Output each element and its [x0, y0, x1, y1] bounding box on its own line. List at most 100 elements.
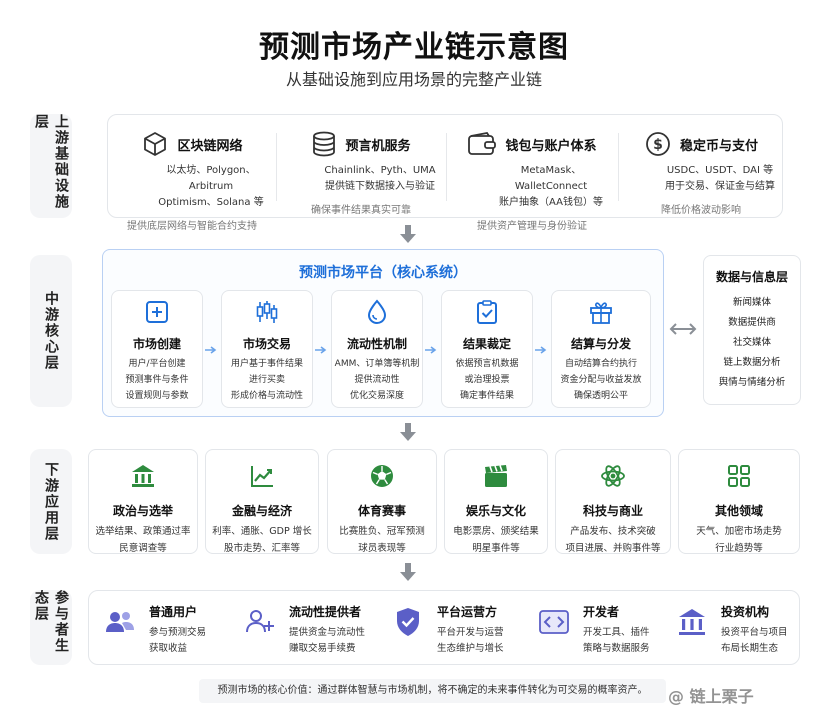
step-desc: 提供流动性	[354, 375, 400, 385]
info-item: 舆情与情绪分析	[718, 377, 786, 388]
core-platform: 预测市场平台（核心系统） 市场创建 用户/平台创建 预测事件与条件 设置规则与参…	[102, 249, 664, 417]
clapperboard-icon	[485, 465, 507, 487]
info-layer-panel: 数据与信息层 新闻媒体 数据提供商 社交媒体 链上数据分析 舆情与情绪分析	[703, 255, 801, 405]
arrow-right-icon	[425, 346, 437, 354]
upstream-name: 钱包与账户体系	[505, 138, 597, 154]
app-name: 政治与选举	[112, 504, 173, 518]
step-desc: 进行买卖	[248, 375, 285, 385]
participant-name: 投资机构	[721, 605, 770, 619]
upstream-name: 稳定币与支付	[679, 138, 758, 154]
footer-note: 预测市场的核心价值：通过群体智慧与市场机制，将不确定的未来事件转化为可交易的概率…	[199, 679, 666, 703]
info-item: 新闻媒体	[732, 297, 771, 308]
app-desc: 利率、通胀、GDP 增长	[212, 526, 312, 537]
participants-panel: 普通用户 参与预测交易 获取收益 流动性提供者 提供资金与流动性 赚取交易手续费 平…	[88, 590, 800, 665]
plus-square-icon	[146, 301, 168, 323]
app-name: 金融与经济	[231, 504, 292, 518]
upstream-desc: 用于交易、保证金与结算	[665, 181, 775, 192]
clipboard-check-icon	[477, 300, 497, 324]
participant-desc: 提供资金与流动性 赚取交易手续费	[289, 627, 366, 654]
bidirectional-arrow-icon	[669, 323, 697, 335]
step-desc: 用户基于事件结果	[230, 359, 303, 369]
participant-operators: 平台运营方 平台开发与运营 生态维护与增长	[377, 591, 523, 664]
upstream-desc: Chainlink、Pyth、UMA	[324, 165, 436, 176]
step-desc: 确定事件结果	[459, 391, 514, 401]
candlestick-icon	[256, 301, 278, 323]
layer-label-downstream: 下游应用层	[30, 449, 72, 554]
step-name: 市场交易	[242, 337, 291, 351]
grid-icon	[728, 465, 750, 487]
upstream-stablecoin: $ 稳定币与支付 USDC、USDT、DAI 等 用于交易、保证金与结算 降低价…	[618, 115, 784, 217]
gift-icon	[590, 302, 612, 324]
upstream-desc: USDC、USDT、DAI 等	[666, 165, 774, 176]
step-desc: 资金分配与收益发放	[560, 375, 642, 385]
participant-name: 流动性提供者	[289, 605, 362, 619]
upstream-blockchain: 区块链网络 以太坊、Polygon、Arbitrum Optimism、Sola…	[108, 115, 276, 232]
watermark: @ 链上栗子	[668, 687, 754, 706]
participant-liquidity-providers: 流动性提供者 提供资金与流动性 赚取交易手续费	[229, 591, 377, 664]
wallet-icon	[468, 132, 497, 155]
code-icon	[539, 610, 569, 634]
app-desc: 电影票房、颁奖结果	[453, 526, 539, 537]
arrow-right-icon	[205, 346, 217, 354]
upstream-desc: 以太坊、Polygon、Arbitrum	[166, 165, 256, 192]
info-title: 数据与信息层	[715, 270, 788, 284]
soccer-ball-icon	[371, 465, 393, 487]
layer-label-midstream: 中游核心层	[30, 255, 72, 407]
atom-icon	[601, 465, 625, 487]
step-desc: 自动结算合约执行	[564, 359, 637, 369]
core-title: 预测市场平台（核心系统）	[299, 265, 467, 281]
app-desc: 天气、加密市场走势	[696, 526, 782, 537]
participant-desc: 平台开发与运营 生态维护与增长	[437, 627, 504, 654]
app-sports: 体育赛事 比赛胜负、冠军预测 球员表现等	[327, 449, 437, 554]
upstream-oracle: 预言机服务 Chainlink、Pyth、UMA 提供链下数据接入与验证 确保事…	[276, 115, 446, 217]
step-desc: 设置规则与参数	[125, 391, 189, 401]
page-title: 预测市场产业链示意图	[259, 30, 569, 65]
svg-text:$: $	[653, 137, 663, 153]
upstream-sub: 降低价格波动影响	[661, 205, 741, 216]
app-finance: 金融与经济 利率、通胀、GDP 增长 股市走势、汇率等	[205, 449, 319, 554]
info-item: 数据提供商	[728, 317, 776, 328]
upstream-wallet: 钱包与账户体系 MetaMask、WalletConnect 账户抽象（AA钱包…	[446, 115, 618, 232]
info-item: 链上数据分析	[723, 357, 781, 368]
droplet-icon	[367, 299, 387, 325]
dollar-icon: $	[646, 132, 670, 156]
participant-desc: 开发工具、插件 策略与数据服务	[583, 627, 650, 654]
step-settlement: 结算与分发 自动结算合约执行 资金分配与收益发放 确保透明公平	[551, 290, 651, 408]
step-name: 结算与分发	[570, 337, 631, 351]
user-plus-icon	[246, 610, 274, 633]
step-name: 流动性机制	[346, 337, 407, 351]
app-desc: 项目进展、并购事件等	[565, 543, 661, 554]
step-desc: AMM、订单簿等机制	[334, 359, 420, 369]
app-desc: 股市走势、汇率等	[223, 543, 300, 554]
layer-label-participants: 参与者生态层	[30, 590, 72, 665]
step-resolution: 结果裁定 依据预言机数据 或治理投票 确定事件结果	[441, 290, 533, 408]
arrow-right-icon	[315, 346, 327, 354]
step-desc: 形成价格与流动性	[230, 391, 303, 401]
step-name: 结果裁定	[462, 337, 511, 351]
upstream-sub: 确保事件结果真实可靠	[311, 205, 411, 216]
participant-users: 普通用户 参与预测交易 获取收益	[89, 591, 229, 664]
participant-name: 平台运营方	[437, 605, 498, 619]
users-icon	[106, 612, 134, 632]
upstream-desc: 提供链下数据接入与验证	[325, 181, 435, 192]
step-desc: 预测事件与条件	[125, 375, 189, 385]
app-desc: 产品发布、技术突破	[570, 526, 656, 537]
participant-name: 普通用户	[149, 605, 198, 619]
database-icon	[313, 131, 336, 157]
step-desc: 依据预言机数据	[455, 359, 519, 369]
step-desc: 或治理投票	[464, 375, 510, 385]
app-desc: 球员表现等	[358, 543, 406, 554]
shield-check-icon	[397, 608, 419, 636]
arrow-right-icon	[535, 346, 547, 354]
upstream-desc: Optimism、Solana 等	[158, 197, 264, 208]
info-item: 社交媒体	[732, 337, 771, 348]
upstream-desc: MetaMask、WalletConnect	[514, 165, 588, 192]
cube-icon	[144, 132, 167, 156]
app-desc: 明星事件等	[472, 543, 520, 554]
upstream-name: 区块链网络	[177, 138, 243, 154]
institution-icon	[679, 609, 705, 635]
app-name: 娱乐与文化	[465, 504, 526, 518]
upstream-name: 预言机服务	[345, 138, 411, 154]
layer-label-upstream: 上游基础设施层	[30, 114, 72, 218]
participant-desc: 参与预测交易 获取收益	[149, 627, 207, 654]
